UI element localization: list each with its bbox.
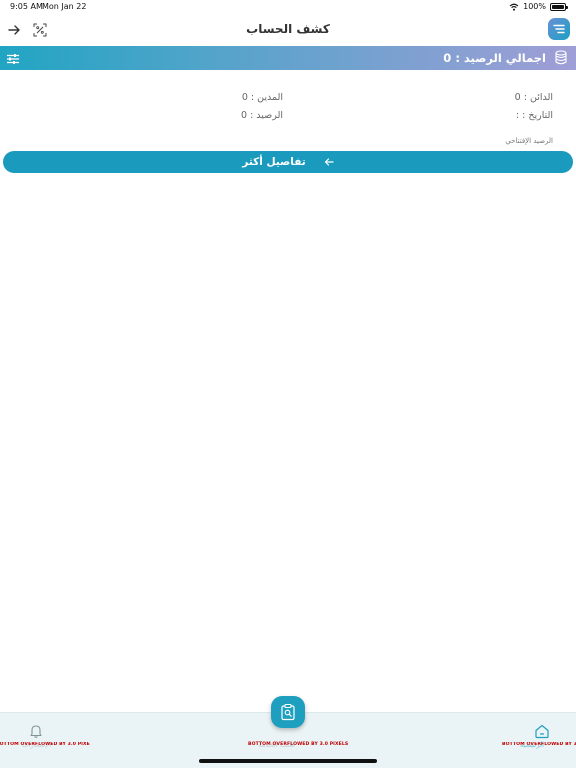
more-details-label: تفاصيل أكثر: [242, 156, 306, 168]
nav-notifications[interactable]: [28, 723, 44, 739]
bell-icon: [30, 725, 42, 738]
home-indicator: [199, 759, 377, 763]
nav-home[interactable]: [534, 723, 550, 739]
credit-value: الدائن : 0: [514, 92, 553, 103]
menu-icon: [553, 24, 565, 34]
menu-button[interactable]: [548, 18, 570, 40]
service-request-button[interactable]: [271, 696, 305, 728]
arrow-left-icon: [324, 158, 334, 166]
status-date: Mon Jan 22: [42, 2, 87, 11]
date-value: التاريخ : :: [515, 110, 553, 121]
debit-value: المدين : 0: [241, 92, 283, 103]
overflow-warning-center: BOTTOM OVERFLOWED BY 3.0 PIXELS: [248, 742, 349, 747]
total-balance: اجمالي الرصيد : 0: [443, 51, 546, 65]
status-time: 9:05 AM: [10, 2, 43, 11]
status-indicators: 100%: [509, 2, 568, 11]
home-icon: [535, 724, 549, 739]
clipboard-search-icon: [281, 703, 295, 721]
battery-icon: [550, 2, 568, 11]
page-title: كشف الحساب: [246, 22, 330, 36]
balance-banner: اجمالي الرصيد : 0: [0, 46, 576, 70]
overflow-warning-left: BOTTOM OVERFLOWED BY 3.0 PIXELS: [0, 742, 90, 747]
filter-sliders-icon: [7, 54, 19, 64]
battery-percent: 100%: [523, 2, 546, 11]
summary-card: الدائن : 0 المدين : 0 التاريخ : : الرصيد…: [5, 78, 571, 152]
overflow-warning-right: BOTTOM OVERFLOWED BY 3.0 PIXELS: [502, 742, 576, 747]
coins-icon: [555, 50, 567, 65]
more-details-button[interactable]: تفاصيل أكثر: [3, 151, 573, 173]
status-bar: 9:05 AM Mon Jan 22 100%: [0, 0, 576, 14]
opening-balance-label: الرصيد الإفتتاحي: [505, 137, 553, 145]
app-bar: كشف الحساب: [0, 14, 576, 46]
balance-value: الرصيد : 0: [241, 110, 283, 121]
filter-button[interactable]: [6, 51, 20, 65]
wifi-icon: [509, 3, 519, 11]
